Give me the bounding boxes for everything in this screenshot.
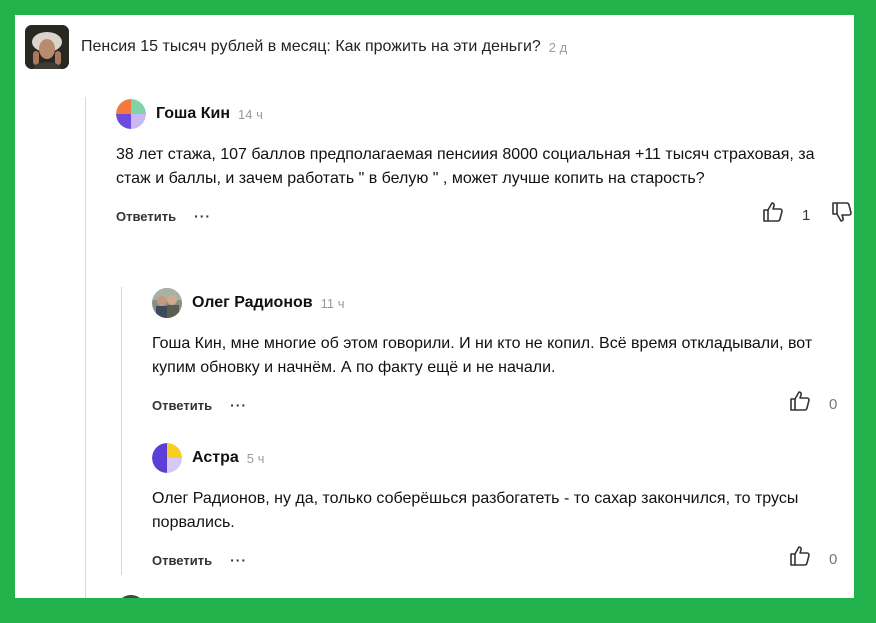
- comment-astra: Астра 5 ч Олег Радионов, ну да, только с…: [152, 443, 842, 572]
- author-name[interactable]: Астра: [192, 449, 239, 467]
- like-count: 0: [829, 396, 838, 413]
- thumb-up-icon[interactable]: [788, 544, 812, 573]
- more-options-button[interactable]: ···: [230, 552, 247, 568]
- thumb-down-icon[interactable]: [830, 200, 854, 229]
- comment-time: 14 ч: [238, 106, 263, 122]
- reply-button[interactable]: Ответить: [152, 553, 212, 568]
- article-title[interactable]: Пенсия 15 тысяч рублей в месяц: Как прож…: [81, 38, 541, 56]
- article-header[interactable]: Пенсия 15 тысяч рублей в месяц: Как прож…: [25, 25, 567, 69]
- comment-text: Олег Радионов, ну да, только соберёшься …: [152, 490, 799, 531]
- author-name[interactable]: Гоша Кин: [156, 105, 230, 123]
- article-thumbnail[interactable]: [25, 25, 69, 69]
- like-count: 1: [802, 207, 811, 224]
- comment-text: 38 лет стажа, 107 баллов предполагаемая …: [116, 146, 815, 187]
- article-time: 2 д: [548, 39, 568, 55]
- comment-text: Гоша Кин, мне многие об этом говорили. И…: [152, 335, 813, 376]
- comment-gosha: Гоша Кин 14 ч 38 лет стажа, 107 баллов п…: [116, 99, 852, 228]
- more-options-button[interactable]: ···: [230, 397, 247, 413]
- next-comment-avatar[interactable]: [116, 595, 146, 598]
- comments-panel: Пенсия 15 тысяч рублей в месяц: Как прож…: [15, 15, 854, 598]
- thread-line-main: [85, 97, 86, 598]
- thread-line-nested: [121, 287, 122, 575]
- comment-time: 11 ч: [320, 295, 345, 311]
- avatar[interactable]: [152, 443, 182, 473]
- reply-button[interactable]: Ответить: [116, 209, 176, 224]
- thumb-up-icon[interactable]: [788, 389, 812, 418]
- avatar[interactable]: [152, 288, 182, 318]
- reply-button[interactable]: Ответить: [152, 398, 212, 413]
- more-options-button[interactable]: ···: [194, 208, 211, 224]
- comment-time: 5 ч: [246, 450, 265, 466]
- comment-oleg: Олег Радионов 11 ч Гоша Кин, мне многие …: [152, 288, 842, 417]
- like-count: 0: [829, 551, 838, 568]
- author-name[interactable]: Олег Радионов: [192, 294, 313, 312]
- avatar[interactable]: [116, 99, 146, 129]
- thumb-up-icon[interactable]: [761, 200, 785, 229]
